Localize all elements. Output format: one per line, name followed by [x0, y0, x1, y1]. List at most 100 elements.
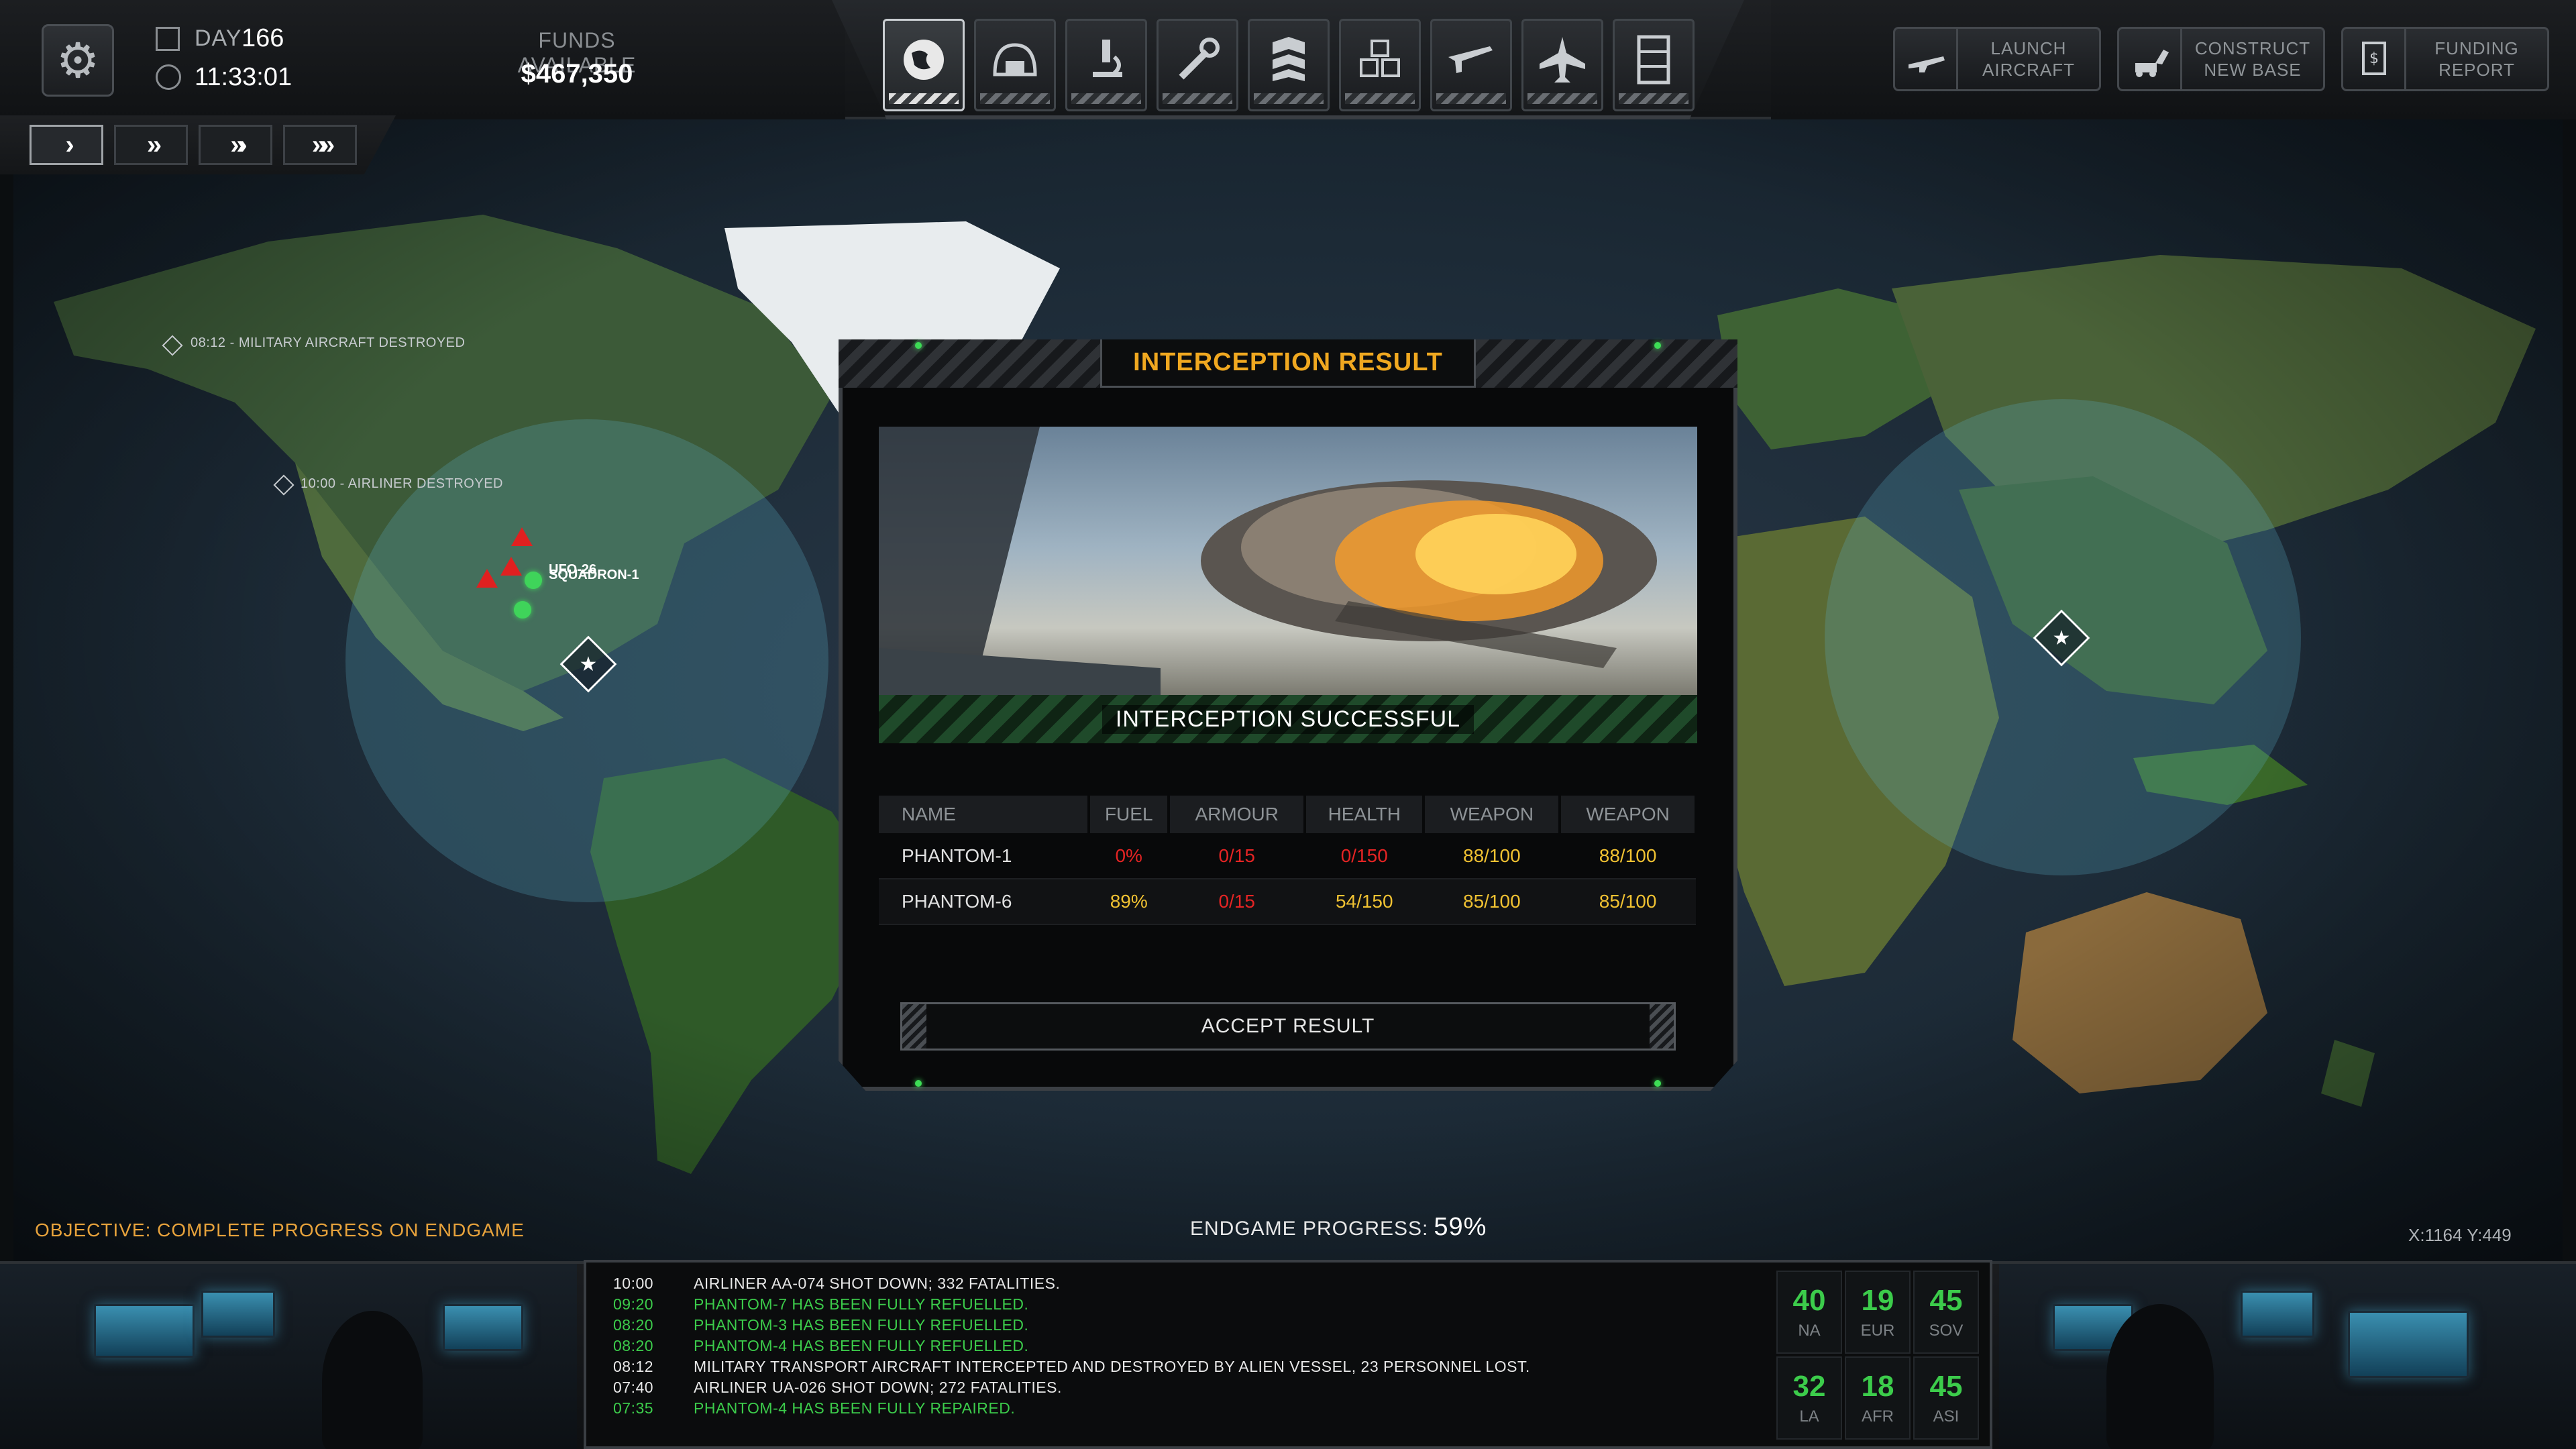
column-header-health: HEALTH — [1305, 796, 1426, 833]
column-header-armour: ARMOUR — [1169, 796, 1307, 833]
log-time: 09:20 — [613, 1295, 654, 1313]
hangar-dome-icon — [993, 43, 1037, 76]
aircraft-fuel: 0% — [1089, 833, 1169, 879]
aircraft-weapon1: 85/100 — [1424, 879, 1560, 925]
column-header-weapon-1: WEAPON — [1424, 796, 1562, 833]
rifle-icon — [1448, 46, 1493, 73]
log-line: 07:40 AIRLINER UA-026 SHOT DOWN; 272 FATA… — [613, 1379, 1062, 1397]
event-label-airliner: 10:00 - AIRLINER DESTROYED — [301, 476, 503, 491]
nav-base-button[interactable] — [974, 19, 1056, 111]
nav-engineering-button[interactable] — [1157, 19, 1238, 111]
region-code: AFR — [1862, 1407, 1894, 1426]
log-text: AIRLINER UA-026 SHOT DOWN; 272 FATALITIE… — [694, 1379, 1062, 1396]
nav-research-button[interactable] — [1065, 19, 1147, 111]
accept-result-label: ACCEPT RESULT — [1201, 1015, 1375, 1037]
interception-image — [879, 427, 1697, 695]
region-panic-afr[interactable]: 18 AFR — [1845, 1356, 1911, 1440]
nav-hatch — [1619, 93, 1688, 104]
log-line: 08:20 PHANTOM-3 HAS BEEN FULLY REFUELLED. — [613, 1316, 1028, 1334]
squadron-marker-icon[interactable] — [525, 572, 542, 589]
squadron-label: SQUADRON-1 — [549, 568, 639, 582]
console-screen — [201, 1291, 275, 1338]
log-text: AIRLINER AA-074 SHOT DOWN; 332 FATALITIE… — [694, 1275, 1061, 1292]
region-panic-eur[interactable]: 19 EUR — [1845, 1271, 1911, 1354]
top-bar: ⚙ DAY 166 11:33:01 FUNDS AVAILABLE $467,… — [0, 0, 2576, 119]
aircraft-weapon2: 88/100 — [1560, 833, 1696, 879]
region-panic-value: 45 — [1929, 1284, 1963, 1317]
aircraft-name: PHANTOM-1 — [879, 833, 1089, 879]
log-time: 08:12 — [613, 1358, 654, 1375]
construct-button[interactable]: CONSTRUCT NEW BASE — [2117, 27, 2325, 91]
region-panic-sov[interactable]: 45 SOV — [1913, 1271, 1979, 1354]
nav-hatch — [1254, 93, 1324, 104]
cursor-coordinates: X:1164 Y:449 — [2408, 1225, 2512, 1245]
status-led-icon — [915, 342, 922, 349]
aircraft-weapon2: 85/100 — [1560, 879, 1696, 925]
speed-1-button[interactable]: › — [30, 125, 103, 165]
calendar-icon — [156, 27, 180, 51]
log-text: PHANTOM-7 HAS BEEN FULLY REFUELLED. — [694, 1295, 1029, 1313]
nav-geoscape-button[interactable] — [883, 19, 965, 111]
aircraft-health: 0/150 — [1305, 833, 1424, 879]
status-led-icon — [915, 1080, 922, 1087]
log-line: 07:35 PHANTOM-4 HAS BEEN FULLY REPAIRED. — [613, 1399, 1015, 1417]
aircraft-armour: 0/15 — [1169, 833, 1305, 879]
dialog-title: INTERCEPTION RESULT — [1133, 348, 1443, 376]
log-text: PHANTOM-4 HAS BEEN FULLY REPAIRED. — [694, 1399, 1016, 1417]
nav-stores-button[interactable] — [1339, 19, 1421, 111]
region-panic-value: 40 — [1792, 1284, 1826, 1317]
region-panic-value: 45 — [1929, 1370, 1963, 1403]
region-panic-value: 18 — [1861, 1370, 1894, 1403]
funding-button[interactable]: $ FUNDING REPORT — [2341, 27, 2549, 91]
squadron-marker-icon[interactable] — [514, 601, 531, 619]
log-time: 10:00 — [613, 1275, 654, 1292]
nav-soldiers-button[interactable] — [1248, 19, 1330, 111]
event-label-military: 08:12 - MILITARY AIRCRAFT DESTROYED — [191, 335, 466, 350]
nav-hatch — [1163, 93, 1232, 104]
speed-2-button[interactable]: » — [114, 125, 188, 165]
column-header-name: NAME — [879, 796, 1091, 833]
accept-result-button[interactable]: ACCEPT RESULT — [900, 1002, 1676, 1051]
ufo-marker-icon[interactable] — [476, 569, 498, 588]
nav-archive-button[interactable] — [1613, 19, 1695, 111]
endgame-progress-value: 59% — [1434, 1213, 1487, 1241]
nav-hatch — [1527, 93, 1597, 104]
launch-label: LAUNCH AIRCRAFT — [1982, 38, 2075, 80]
nav-hangar-button[interactable] — [1521, 19, 1603, 111]
nav-armory-button[interactable] — [1430, 19, 1512, 111]
region-panic-la[interactable]: 32 LA — [1776, 1356, 1842, 1440]
aircraft-armour: 0/15 — [1169, 879, 1305, 925]
region-panic-na[interactable]: 40 NA — [1776, 1271, 1842, 1354]
speed-3-button[interactable]: »› — [199, 125, 272, 165]
nav-hatch — [1071, 93, 1141, 104]
top-bar-left: ⚙ DAY 166 11:33:01 FUNDS AVAILABLE $467,… — [0, 0, 845, 119]
region-panic-asi[interactable]: 45 ASI — [1913, 1356, 1979, 1440]
console-screen — [2348, 1311, 2469, 1378]
settings-gear-icon[interactable]: ⚙ — [42, 24, 114, 97]
globe-icon — [904, 40, 944, 80]
svg-text:$: $ — [2369, 50, 2379, 67]
log-text: MILITARY TRANSPORT AIRCRAFT INTERCEPTED … — [694, 1358, 1530, 1375]
endgame-progress-label: ENDGAME PROGRESS: — [1190, 1218, 1429, 1240]
ufo-marker-icon[interactable] — [511, 527, 533, 546]
jet-icon — [1540, 37, 1585, 83]
operator-scene-left — [0, 1264, 577, 1449]
time-speed-bar: › » »› »» — [0, 115, 396, 174]
cabinet-icon — [1637, 35, 1670, 85]
clock-icon — [156, 64, 181, 90]
time-value: 11:33:01 — [195, 63, 292, 91]
burning-ufo-illustration — [879, 427, 1657, 695]
log-line: 09:20 PHANTOM-7 HAS BEEN FULLY REFUELLED. — [613, 1295, 1028, 1313]
ufo-marker-icon[interactable] — [500, 557, 522, 576]
wrench-icon — [1179, 38, 1220, 80]
status-led-icon — [1654, 342, 1661, 349]
log-text: PHANTOM-3 HAS BEEN FULLY REFUELLED. — [694, 1316, 1029, 1334]
aircraft-health: 54/150 — [1305, 879, 1424, 925]
launch-button[interactable]: LAUNCH AIRCRAFT — [1893, 27, 2101, 91]
interception-status-band: INTERCEPTION SUCCESSFUL — [879, 695, 1697, 743]
region-code: ASI — [1933, 1407, 1960, 1426]
region-code: EUR — [1860, 1322, 1895, 1340]
interception-result-dialog: INTERCEPTION RESULT INTERCEPTION SUCCESS… — [839, 339, 1737, 1091]
speed-4-button[interactable]: »» — [283, 125, 357, 165]
column-header-fuel: FUEL — [1089, 796, 1171, 833]
